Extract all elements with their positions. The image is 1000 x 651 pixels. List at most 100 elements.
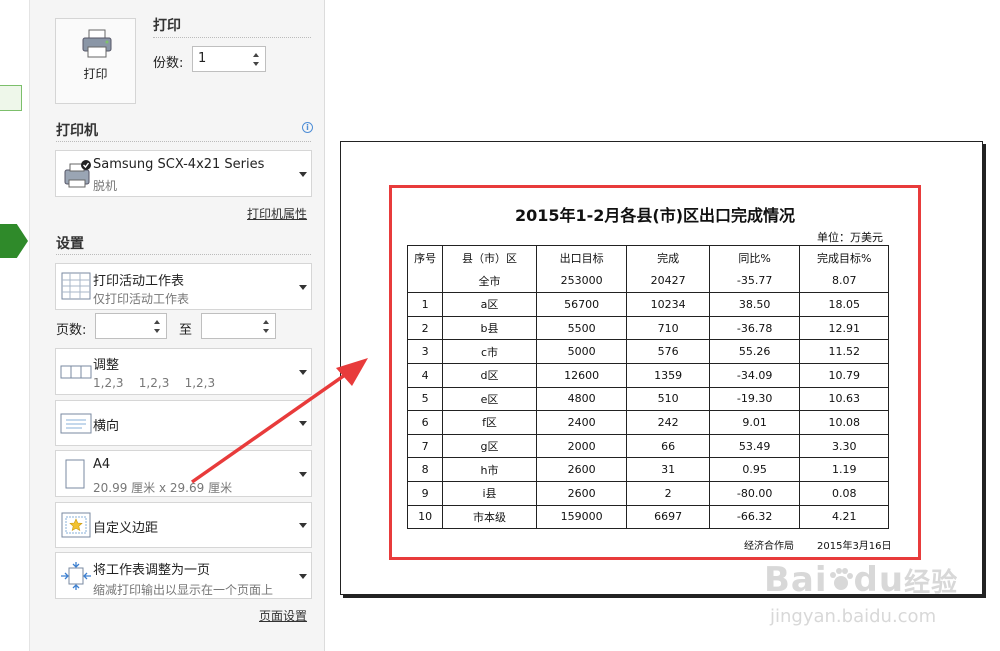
orientation-label: 横向 (93, 419, 120, 434)
table-cell: 市本级 (442, 504, 537, 529)
print-scope-title: 打印活动工作表 (93, 274, 185, 289)
watermark-url: jingyan.baidu.com (770, 606, 937, 627)
scaling-dropdown[interactable]: 将工作表调整为一页 缩减打印输出以显示在一个页面上 (55, 552, 312, 599)
table-cell (406, 269, 444, 293)
table-cell: 2 (626, 480, 710, 506)
table-row: 10 市本级 159000 6697 -66.32 4.21 (406, 504, 889, 529)
table-cell: 2600 (535, 457, 628, 482)
spin-up-icon[interactable] (154, 320, 160, 324)
print-section-title: 打印 (153, 18, 181, 34)
info-icon[interactable]: i (302, 122, 313, 133)
print-button-label: 打印 (83, 67, 108, 81)
table-cell: 56700 (535, 292, 628, 317)
table-cell: 2400 (535, 410, 628, 435)
table-cell: 12.91 (799, 315, 889, 340)
copies-value[interactable]: 1 (198, 51, 206, 66)
fit-to-page-icon (61, 562, 91, 590)
table-row: 5 e区 4800 510 -19.30 10.63 (406, 386, 889, 411)
table-cell: d区 (442, 362, 537, 388)
table-cell: 4.21 (799, 504, 889, 529)
table-cell: -66.32 (708, 504, 801, 529)
paper-size-title: A4 (93, 457, 111, 472)
table-cell: 20427 (626, 269, 710, 293)
spin-down-icon[interactable] (253, 62, 259, 66)
printer-dropdown[interactable]: Samsung SCX-4x21 Series 脱机 (55, 150, 312, 197)
worksheet-icon (61, 272, 91, 300)
divider (56, 141, 311, 142)
copies-label: 份数: (153, 56, 184, 71)
table-cell: 2 (406, 315, 444, 340)
table-cell: 7 (406, 433, 444, 458)
settings-section-title: 设置 (56, 236, 84, 252)
table-cell: 55.26 (708, 339, 801, 364)
scaling-title: 将工作表调整为一页 (93, 563, 211, 578)
pages-to-spinner[interactable] (201, 313, 276, 339)
table-cell: 10.63 (799, 386, 889, 411)
paw-icon (829, 568, 853, 590)
header-cell: 同比% (708, 245, 801, 270)
table-row: 3 c市 5000 576 55.26 11.52 (406, 339, 889, 364)
table-cell: 5500 (535, 315, 628, 340)
table-cell: 6 (406, 410, 444, 435)
table-cell: 242 (626, 410, 710, 435)
table-cell: 4800 (535, 386, 628, 411)
nav-item-outline[interactable] (0, 85, 22, 111)
header-cell: 出口目标 (535, 245, 628, 270)
table-cell: h市 (442, 457, 537, 482)
chevron-down-icon (299, 285, 307, 290)
print-scope-dropdown[interactable]: 打印活动工作表 仅打印活动工作表 (55, 263, 312, 310)
table-cell: 3 (406, 339, 444, 364)
table-cell: c市 (442, 339, 537, 364)
landscape-icon (60, 413, 92, 434)
table-row: 4 d区 12600 1359 -34.09 10.79 (406, 362, 889, 388)
table-cell: 5 (406, 386, 444, 411)
table-cell: 10234 (626, 292, 710, 317)
table-cell: 6697 (626, 504, 710, 529)
copies-spinner[interactable]: 1 (192, 46, 266, 72)
table-cell: 253000 (535, 269, 628, 293)
table-cell: -34.09 (708, 362, 801, 388)
table-cell: 510 (626, 386, 710, 411)
watermark-brand2: du (853, 560, 905, 600)
page-setup-link[interactable]: 页面设置 (259, 607, 307, 624)
table-row: 9 i县 2600 2 -80.00 0.08 (406, 480, 889, 506)
chevron-down-icon (299, 172, 307, 177)
header-cell: 序号 (406, 245, 444, 270)
watermark-logo: Bai du经验 (764, 560, 958, 600)
table-cell: 5000 (535, 339, 628, 364)
table-cell: 8.07 (799, 269, 889, 293)
report-title: 2015年1-2月各县(市)区出口完成情况 (514, 206, 796, 225)
table-row: 2 b县 5500 710 -36.78 12.91 (406, 315, 889, 340)
report-footer-date: 2015年3月16日 (817, 541, 892, 552)
table-header-row: 序号 县（市）区 出口目标 完成 同比% 完成目标% (406, 245, 889, 270)
spin-down-icon[interactable] (263, 329, 269, 333)
print-button[interactable]: 打印 (55, 18, 136, 104)
table-row: 6 f区 2400 242 9.01 10.08 (406, 410, 889, 435)
table-cell: 11.52 (799, 339, 889, 364)
table-cell: 66 (626, 433, 710, 458)
pages-from-spinner[interactable] (95, 313, 167, 339)
table-cell: 全市 (442, 269, 537, 293)
watermark-brand-cn: 经验 (904, 568, 959, 598)
margins-dropdown[interactable]: 自定义边距 (55, 502, 312, 548)
spin-down-icon[interactable] (154, 329, 160, 333)
table-cell: 159000 (535, 504, 628, 529)
spin-up-icon[interactable] (253, 53, 259, 57)
table-total-row: 全市 253000 20427 -35.77 8.07 (406, 269, 889, 293)
printer-properties-link[interactable]: 打印机属性 (247, 205, 307, 222)
annotation-arrow (190, 358, 368, 484)
table-cell: 576 (626, 339, 710, 364)
printer-device-icon (64, 160, 91, 188)
print-scope-sub: 仅打印活动工作表 (93, 292, 190, 306)
report-table: 序号 县（市）区 出口目标 完成 同比% 完成目标% 全市 253000 204… (406, 245, 889, 530)
watermark-brand: Bai (764, 560, 828, 600)
printer-icon (82, 29, 112, 58)
table-cell: 710 (626, 315, 710, 340)
table-row: 7 g区 2000 66 53.49 3.30 (406, 433, 889, 458)
table-cell: -36.78 (708, 315, 801, 340)
table-cell: 1 (406, 292, 444, 317)
table-cell: -19.30 (708, 386, 801, 411)
table-cell: 10.79 (799, 362, 889, 388)
chevron-down-icon (299, 574, 307, 579)
spin-up-icon[interactable] (263, 320, 269, 324)
